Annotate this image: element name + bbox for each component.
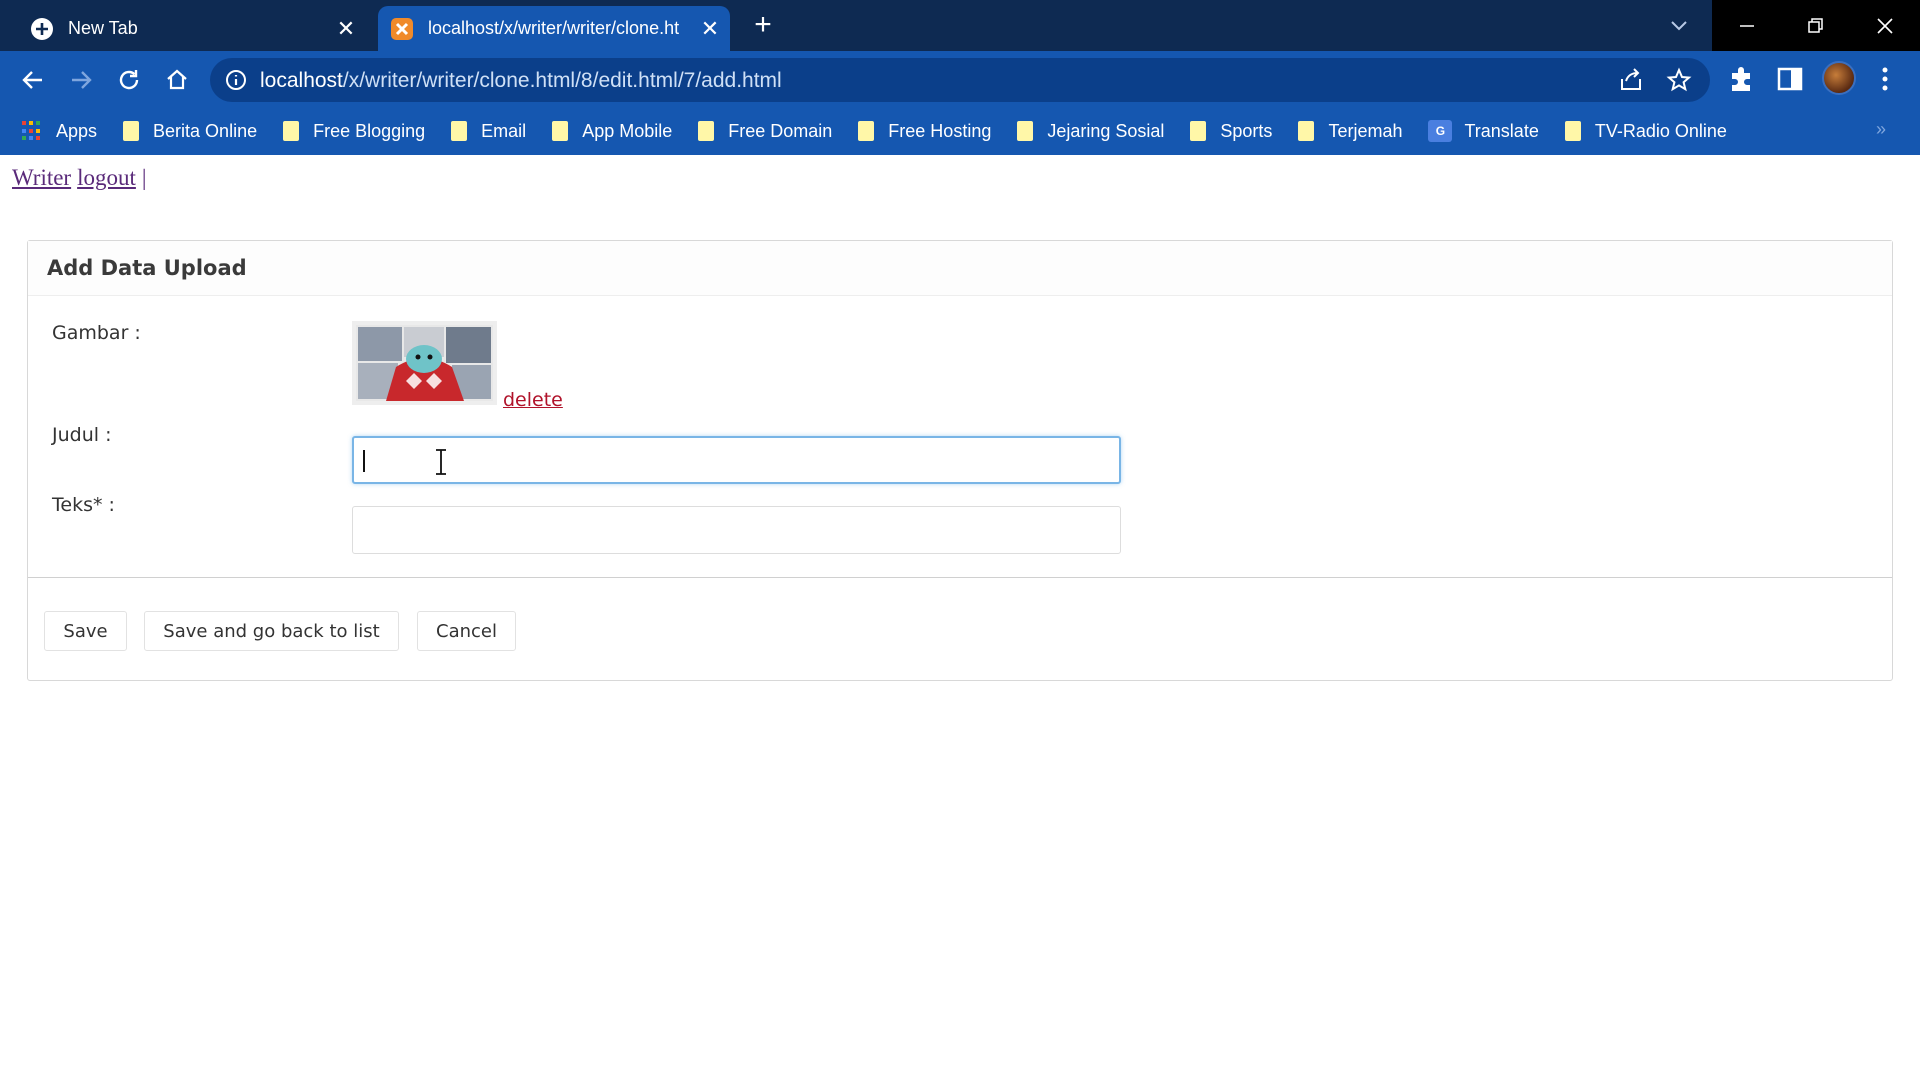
- arrow-right-icon: [72, 71, 92, 89]
- bookmark-folder[interactable]: Free Blogging: [283, 121, 425, 142]
- bookmark-label: TV-Radio Online: [1594, 120, 1727, 141]
- restore-button[interactable]: [1781, 0, 1850, 51]
- url-text[interactable]: localhost/x/writer/writer/clone.html/8/e…: [260, 69, 782, 93]
- save-button[interactable]: Save: [44, 611, 127, 651]
- folder-icon: [552, 121, 569, 141]
- text-caret: [363, 450, 365, 472]
- folder-icon: [1564, 121, 1581, 141]
- bookmark-translate[interactable]: G Translate: [1428, 120, 1539, 142]
- bookmark-folder[interactable]: Email: [451, 121, 526, 142]
- home-icon: [167, 69, 187, 90]
- folder-icon: [1298, 121, 1315, 141]
- teks-input[interactable]: [352, 506, 1121, 554]
- tab-search-chevron-icon[interactable]: [1662, 8, 1696, 42]
- top-nav-links: Writer logout |: [12, 165, 147, 191]
- form-divider: [28, 577, 1892, 578]
- bookmark-star-icon[interactable]: [1666, 67, 1692, 93]
- judul-input[interactable]: [352, 436, 1121, 484]
- uploaded-image-thumbnail: [352, 321, 497, 405]
- browser-toolbar: localhost/x/writer/writer/clone.html/8/e…: [0, 51, 1920, 155]
- panel-title: Add Data Upload: [47, 256, 247, 280]
- reload-button[interactable]: [110, 61, 148, 99]
- address-bar[interactable]: localhost/x/writer/writer/clone.html/8/e…: [210, 58, 1710, 102]
- bookmark-folder[interactable]: Terjemah: [1298, 121, 1402, 142]
- extensions-puzzle-icon[interactable]: [1726, 63, 1758, 95]
- bookmark-label: Jejaring Sosial: [1047, 120, 1165, 141]
- writer-link[interactable]: Writer: [12, 165, 71, 190]
- new-tab-button[interactable]: +: [746, 8, 780, 42]
- back-button[interactable]: [14, 61, 52, 99]
- bookmark-label: Email: [481, 120, 527, 141]
- close-tab-icon[interactable]: ✕: [326, 16, 366, 42]
- bookmark-label: Sports: [1220, 120, 1273, 141]
- url-host: localhost: [260, 69, 343, 92]
- bookmark-label: Apps: [56, 120, 98, 141]
- url-path: /x/writer/writer/clone.html/8/edit.html/…: [342, 69, 782, 92]
- arrow-left-icon: [22, 71, 42, 89]
- manga-image: [356, 325, 493, 401]
- home-button[interactable]: [158, 61, 196, 99]
- new-tab-icon: [31, 17, 53, 40]
- minimize-button[interactable]: [1712, 0, 1781, 51]
- bookmark-label: Berita Online: [153, 120, 258, 141]
- tab-title: localhost/x/writer/writer/clone.ht: [428, 18, 680, 38]
- close-icon: [1876, 17, 1893, 34]
- bookmark-folder[interactable]: Berita Online: [123, 121, 257, 142]
- xampp-favicon-icon: [391, 17, 413, 40]
- tab-localhost[interactable]: localhost/x/writer/writer/clone.ht ✕: [378, 6, 730, 51]
- bookmark-folder[interactable]: Free Hosting: [858, 121, 991, 142]
- ibeam-cursor-icon: [436, 449, 446, 475]
- link-separator: |: [141, 165, 147, 190]
- info-icon[interactable]: [224, 68, 248, 92]
- bookmark-folder[interactable]: App Mobile: [552, 121, 672, 142]
- teks-label: Teks* :: [52, 494, 115, 516]
- cancel-button[interactable]: Cancel: [417, 611, 516, 651]
- tab-new-tab[interactable]: New Tab ✕: [14, 6, 366, 51]
- folder-icon: [123, 121, 140, 141]
- bookmarks-overflow-chevron-icon[interactable]: »: [1876, 119, 1886, 140]
- folder-icon: [1190, 121, 1207, 141]
- bookmark-label: Translate: [1464, 120, 1539, 141]
- bookmark-label: App Mobile: [582, 120, 673, 141]
- share-icon[interactable]: [1618, 67, 1644, 93]
- folder-icon: [858, 121, 875, 141]
- folder-icon: [698, 121, 715, 141]
- bookmark-label: Free Hosting: [888, 120, 992, 141]
- folder-icon: [283, 121, 300, 141]
- save-and-back-button[interactable]: Save and go back to list: [144, 611, 399, 651]
- logout-link[interactable]: logout: [77, 165, 136, 190]
- delete-image-link[interactable]: delete: [503, 389, 563, 411]
- folder-icon: [451, 121, 468, 141]
- gambar-label: Gambar :: [52, 322, 141, 344]
- side-panel-icon[interactable]: [1774, 63, 1806, 95]
- tab-title: New Tab: [68, 18, 138, 38]
- panel-header: Add Data Upload: [28, 241, 1892, 296]
- minimize-icon: [1739, 24, 1754, 27]
- kebab-menu-icon[interactable]: [1872, 63, 1898, 95]
- bookmark-folder[interactable]: Sports: [1190, 121, 1272, 142]
- bookmark-label: Free Blogging: [313, 120, 426, 141]
- tab-strip: New Tab ✕ localhost/x/writer/writer/clon…: [0, 0, 1920, 51]
- apps-grid-icon: [22, 121, 42, 141]
- reload-icon: [119, 70, 139, 90]
- bookmark-label: Terjemah: [1328, 120, 1403, 141]
- forward-button[interactable]: [62, 61, 100, 99]
- window-controls: [1712, 0, 1920, 51]
- close-tab-icon[interactable]: ✕: [690, 16, 730, 42]
- profile-avatar[interactable]: [1822, 61, 1856, 95]
- add-data-upload-panel: Add Data Upload Gambar : delete Judul : …: [27, 240, 1893, 681]
- bookmark-folder[interactable]: Free Domain: [698, 121, 832, 142]
- bookmark-folder[interactable]: Jejaring Sosial: [1017, 121, 1164, 142]
- bookmark-folder[interactable]: TV-Radio Online: [1564, 120, 1727, 142]
- folder-icon: [1017, 121, 1034, 141]
- bookmarks-bar: Apps Berita Online Free Blogging Email A…: [0, 109, 1920, 153]
- bookmark-label: Free Domain: [728, 120, 833, 141]
- bookmark-apps[interactable]: Apps: [22, 121, 97, 142]
- judul-label: Judul :: [52, 424, 112, 446]
- google-translate-icon: G: [1428, 120, 1453, 142]
- close-window-button[interactable]: [1850, 0, 1919, 51]
- restore-icon: [1807, 17, 1823, 33]
